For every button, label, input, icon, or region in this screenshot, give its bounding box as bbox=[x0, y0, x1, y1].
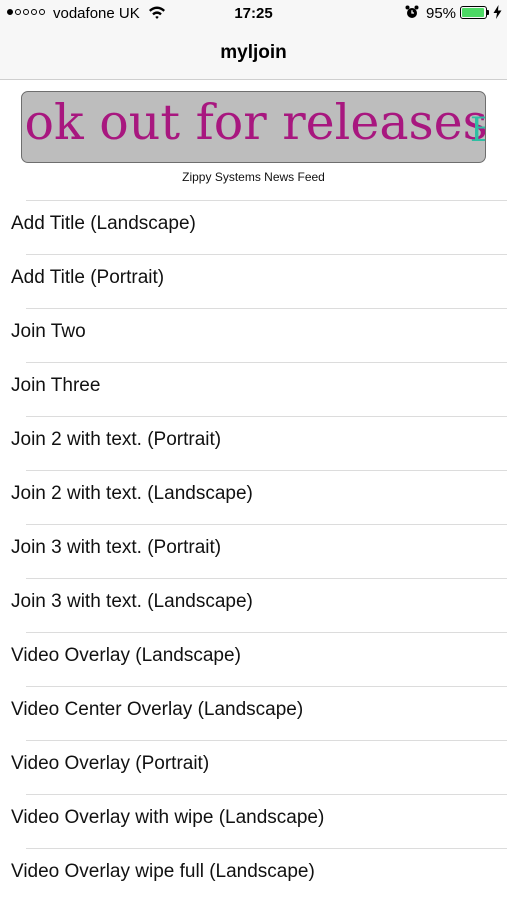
news-banner[interactable]: ook out for releases E bbox=[21, 91, 486, 163]
app-screen: vodafone UK 17:25 95% myljoin ook out fo… bbox=[0, 0, 507, 900]
menu-item[interactable]: Join 2 with text. (Landscape) bbox=[0, 471, 507, 525]
menu-item[interactable]: Video Overlay (Landscape) bbox=[0, 633, 507, 687]
battery-terminal bbox=[487, 10, 489, 15]
menu-item[interactable]: Join 3 with text. (Portrait) bbox=[0, 525, 507, 579]
battery-icon bbox=[460, 6, 487, 19]
nav-title: myljoin bbox=[220, 42, 287, 63]
battery-percent: 95% bbox=[426, 5, 457, 22]
top-bar: vodafone UK 17:25 95% myljoin bbox=[0, 0, 507, 80]
menu-item[interactable]: Add Title (Portrait) bbox=[0, 255, 507, 309]
charging-bolt-icon bbox=[493, 5, 502, 19]
status-bar: vodafone UK 17:25 95% bbox=[0, 0, 507, 28]
menu-item[interactable]: Join 3 with text. (Landscape) bbox=[0, 579, 507, 633]
menu-item[interactable]: Join 2 with text. (Portrait) bbox=[0, 417, 507, 471]
banner-scrolling-text: ook out for releases bbox=[21, 94, 486, 151]
banner-caption: Zippy Systems News Feed bbox=[182, 170, 325, 184]
menu-list: Add Title (Landscape) Add Title (Portrait… bbox=[0, 201, 507, 900]
alarm-icon bbox=[405, 5, 419, 18]
menu-item[interactable]: Video Overlay (Portrait) bbox=[0, 741, 507, 795]
battery-level bbox=[462, 8, 484, 17]
menu-item[interactable]: Join Three bbox=[0, 363, 507, 417]
banner-next-text: E bbox=[470, 110, 485, 150]
menu-item[interactable]: Video Center Overlay (Landscape) bbox=[0, 687, 507, 741]
menu-item[interactable]: Join Two bbox=[0, 309, 507, 363]
menu-item[interactable]: Add Title (Landscape) bbox=[0, 201, 507, 255]
menu-item[interactable]: Video Overlay wipe full (Landscape) bbox=[0, 849, 507, 900]
menu-item[interactable]: Video Overlay with wipe (Landscape) bbox=[0, 795, 507, 849]
